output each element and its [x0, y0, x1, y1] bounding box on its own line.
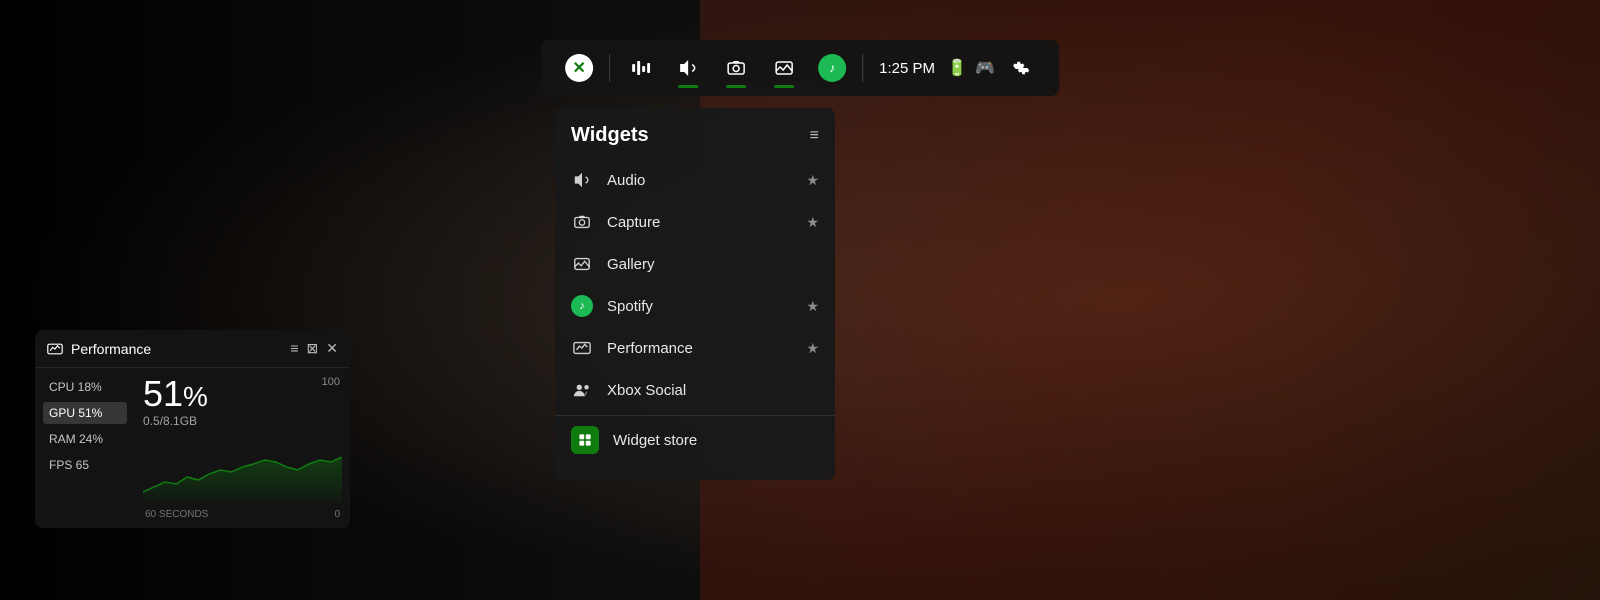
widget-item-spotify[interactable]: ♪ Spotify ★ [555, 285, 835, 327]
controller-icon: 🎮 [975, 58, 995, 78]
audio-button[interactable] [666, 46, 710, 90]
topbar-divider-1 [609, 54, 610, 82]
activity-icon [630, 58, 650, 78]
topbar-time: 1:25 PM [871, 60, 943, 77]
gallery-widget-label: Gallery [607, 256, 819, 273]
perf-icon [47, 341, 63, 357]
perf-widget-header: Performance ≡ ⊠ ✕ [35, 330, 350, 368]
spotify-icon: ♪ [818, 54, 846, 82]
perf-chart-svg [143, 432, 342, 502]
widgets-title: Widgets [571, 124, 649, 147]
battery-icon: 🔋 [947, 58, 967, 78]
perf-chart [143, 432, 342, 509]
spotify-button[interactable]: ♪ [810, 46, 854, 90]
perf-chart-label-right: 0 [334, 509, 340, 520]
cpu-stat[interactable]: CPU 18% [43, 376, 127, 398]
perf-close-button[interactable]: ✕ [326, 340, 338, 357]
perf-body: CPU 18% GPU 51% RAM 24% FPS 65 100 51% 0… [35, 368, 350, 528]
widgets-panel: Widgets ≡ Audio ★ Capture ★ [555, 108, 835, 480]
widget-store-item[interactable]: Widget store [555, 415, 835, 464]
widget-item-xbox-social[interactable]: Xbox Social [555, 369, 835, 411]
spotify-widget-label: Spotify [607, 298, 792, 315]
capture-widget-label: Capture [607, 214, 792, 231]
perf-value-number: 51 [143, 376, 183, 412]
perf-chart-label-left: 60 SECONDS [145, 509, 208, 520]
sys-icons: 🔋 🎮 [947, 58, 995, 78]
widgets-header: Widgets ≡ [555, 124, 835, 159]
widget-item-capture[interactable]: Capture ★ [555, 201, 835, 243]
audio-widget-label: Audio [607, 172, 792, 189]
xbox-button[interactable]: ✕ [557, 46, 601, 90]
widgets-filter-button[interactable]: ≡ [810, 127, 819, 145]
widget-store-label: Widget store [613, 432, 819, 449]
gallery-widget-icon [571, 253, 593, 275]
perf-chart-area: 100 51% 0.5/8.1GB [135, 368, 350, 528]
perf-chart-max: 100 [322, 376, 340, 388]
performance-widget-icon [571, 337, 593, 359]
widget-store-icon [571, 426, 599, 454]
capture-button[interactable] [714, 46, 758, 90]
spotify-star[interactable]: ★ [806, 298, 819, 315]
xbox-logo-icon: ✕ [565, 54, 593, 82]
perf-detach-button[interactable]: ⊠ [307, 340, 319, 357]
performance-widget-label: Performance [607, 340, 792, 357]
perf-chart-labels: 60 SECONDS 0 [143, 509, 342, 520]
audio-star[interactable]: ★ [806, 172, 819, 189]
ram-stat[interactable]: RAM 24% [43, 428, 127, 450]
settings-button[interactable] [999, 46, 1043, 90]
perf-title: Performance [71, 341, 151, 357]
gallery-button[interactable] [762, 46, 806, 90]
topbar-divider-2 [862, 54, 863, 82]
settings-icon [1012, 59, 1030, 77]
widget-item-audio[interactable]: Audio ★ [555, 159, 835, 201]
activity-button[interactable] [618, 46, 662, 90]
spotify-widget-icon: ♪ [571, 295, 593, 317]
capture-icon [726, 58, 746, 78]
widget-item-performance[interactable]: Performance ★ [555, 327, 835, 369]
perf-title-row: Performance [47, 341, 151, 357]
perf-stats: CPU 18% GPU 51% RAM 24% FPS 65 [35, 368, 135, 528]
perf-header-icons: ≡ ⊠ ✕ [290, 340, 338, 357]
topbar: ✕ ♪ 1:25 PM [541, 40, 1059, 96]
widget-item-gallery[interactable]: Gallery [555, 243, 835, 285]
gpu-stat[interactable]: GPU 51% [43, 402, 127, 424]
perf-big-value: 51% [143, 376, 342, 412]
perf-settings-button[interactable]: ≡ [290, 340, 298, 357]
gallery-icon [774, 58, 794, 78]
perf-sub-value: 0.5/8.1GB [143, 414, 342, 428]
xbox-social-label: Xbox Social [607, 382, 819, 399]
xbox-social-icon [571, 379, 593, 401]
performance-star[interactable]: ★ [806, 340, 819, 357]
perf-value-suffix: % [183, 383, 208, 411]
capture-star[interactable]: ★ [806, 214, 819, 231]
performance-widget: Performance ≡ ⊠ ✕ CPU 18% GPU 51% RAM 24… [35, 330, 350, 528]
capture-widget-icon [571, 211, 593, 233]
fps-stat[interactable]: FPS 65 [43, 454, 127, 476]
audio-icon [678, 58, 698, 78]
audio-widget-icon [571, 169, 593, 191]
